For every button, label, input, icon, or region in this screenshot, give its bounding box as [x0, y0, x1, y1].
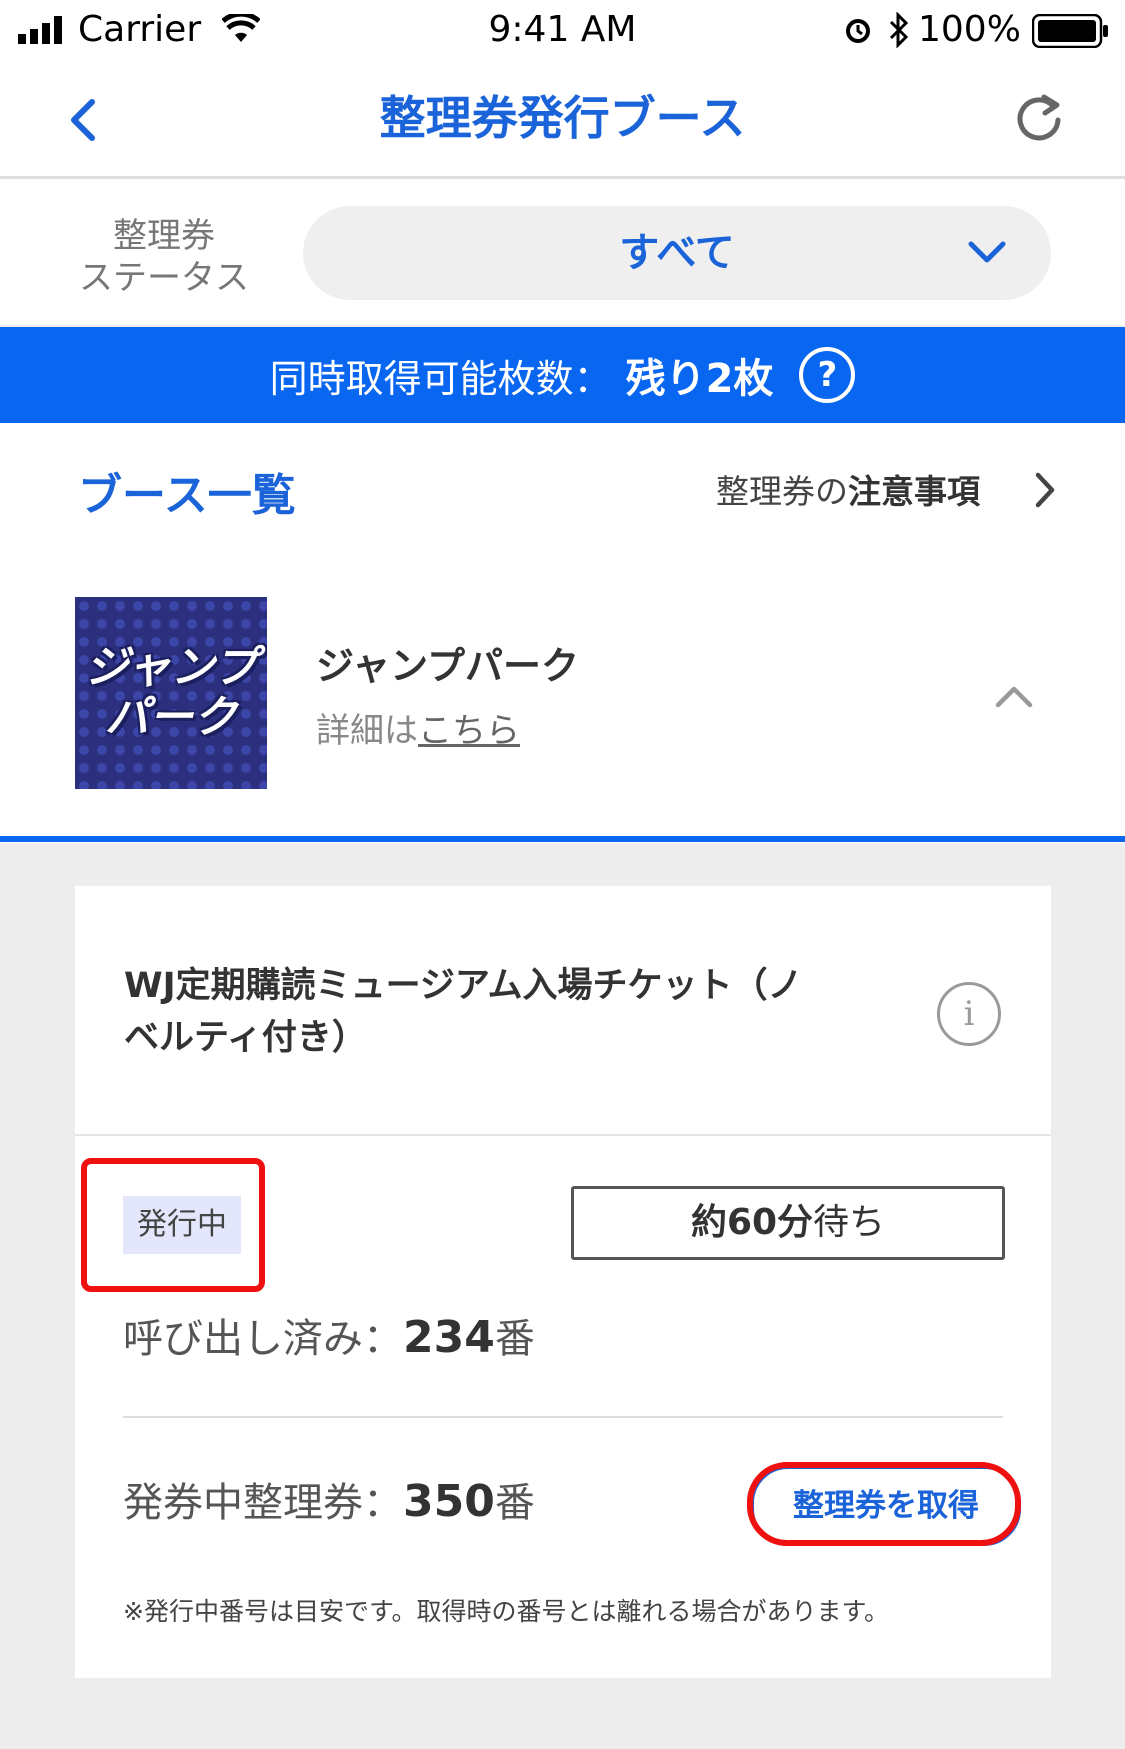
- status-bar: Carrier 9:41 AM 100%: [0, 0, 1125, 60]
- notice-link[interactable]: 整理券の注意事項: [716, 465, 980, 513]
- logo-text-line2: パーク: [105, 692, 237, 743]
- booth-detail-prefix: 詳細は: [316, 711, 418, 751]
- issuing-number: 350: [403, 1476, 495, 1527]
- status-select[interactable]: すべて: [303, 206, 1051, 300]
- booth-detail: 詳細はこちら: [316, 703, 520, 752]
- booth-name: ジャンプパーク: [316, 644, 579, 688]
- issuing-number-row: 発券中整理券：350番: [123, 1470, 535, 1528]
- issuing-number-label: 発券中整理券：: [123, 1480, 403, 1526]
- filter-label-line1: 整理券: [113, 216, 215, 256]
- row-divider: [123, 1416, 1003, 1418]
- booth-logo: ジャンプ パーク: [75, 597, 267, 789]
- battery-icon: [1032, 14, 1108, 48]
- get-ticket-highlight: [747, 1462, 1021, 1546]
- footnote: ※発行中番号は目安です。取得時の番号とは離れる場合があります。: [123, 1597, 889, 1626]
- bluetooth-icon: [889, 12, 909, 48]
- notice-link-strong: 注意事項: [848, 472, 980, 511]
- called-number-suffix: 番: [494, 1316, 535, 1362]
- filter-label-line2: ステータス: [79, 258, 249, 298]
- ticket-title: WJ定期購読ミュージアム入場チケット（ノベルティ付き）: [124, 966, 803, 1058]
- logo-text: ジャンプ パーク: [75, 643, 267, 743]
- available-count-value: 残り2枚: [625, 356, 774, 402]
- ticket-card: WJ定期購読ミュージアム入場チケット（ノベルティ付き） i 発行中 約60分待ち…: [75, 886, 1051, 1678]
- alarm-icon: [846, 19, 870, 43]
- booth-list: ブース一覧 整理券の注意事項 ジャンプ パーク ジャンプパーク 詳細はこちら: [0, 423, 1125, 843]
- navigation-bar: 整理券発行ブース: [0, 60, 1125, 179]
- booth-list-title: ブース一覧: [78, 470, 296, 521]
- status-select-value: すべて: [619, 230, 735, 276]
- notice-link-prefix: 整理券の: [716, 472, 848, 511]
- booth-divider: [0, 836, 1125, 842]
- chevron-right-icon[interactable]: [1034, 471, 1056, 509]
- issuing-number-suffix: 番: [494, 1480, 535, 1526]
- battery-percent: 100%: [918, 9, 1021, 50]
- refresh-icon[interactable]: [1014, 92, 1068, 146]
- called-number-label: 呼び出し済み：: [123, 1316, 403, 1362]
- info-icon[interactable]: i: [937, 982, 1001, 1046]
- chevron-left-icon[interactable]: [66, 96, 100, 144]
- help-icon[interactable]: ?: [799, 347, 856, 403]
- called-number: 234: [403, 1312, 495, 1363]
- logo-text-line1: ジャンプ: [84, 642, 258, 693]
- page-title: 整理券発行ブース: [379, 91, 746, 145]
- chevron-down-icon: [968, 241, 1006, 263]
- chevron-up-icon[interactable]: [994, 683, 1034, 709]
- card-divider: [75, 1134, 1051, 1136]
- status-badge-highlight: [81, 1158, 265, 1292]
- wait-time-suffix: 待ち: [813, 1202, 886, 1243]
- called-number-row: 呼び出し済み：234番: [123, 1306, 535, 1364]
- available-count-banner: 同時取得可能枚数： 残り2枚 ?: [0, 327, 1125, 423]
- filter-label: 整理券 ステータス: [44, 215, 284, 299]
- wait-time-value: 約60分: [690, 1202, 814, 1243]
- ticket-status-filter: 整理券 ステータス すべて: [0, 179, 1125, 325]
- available-count-label: 同時取得可能枚数：: [269, 356, 612, 401]
- wait-time-box: 約60分待ち: [571, 1186, 1005, 1260]
- booth-detail-link[interactable]: こちら: [418, 711, 520, 751]
